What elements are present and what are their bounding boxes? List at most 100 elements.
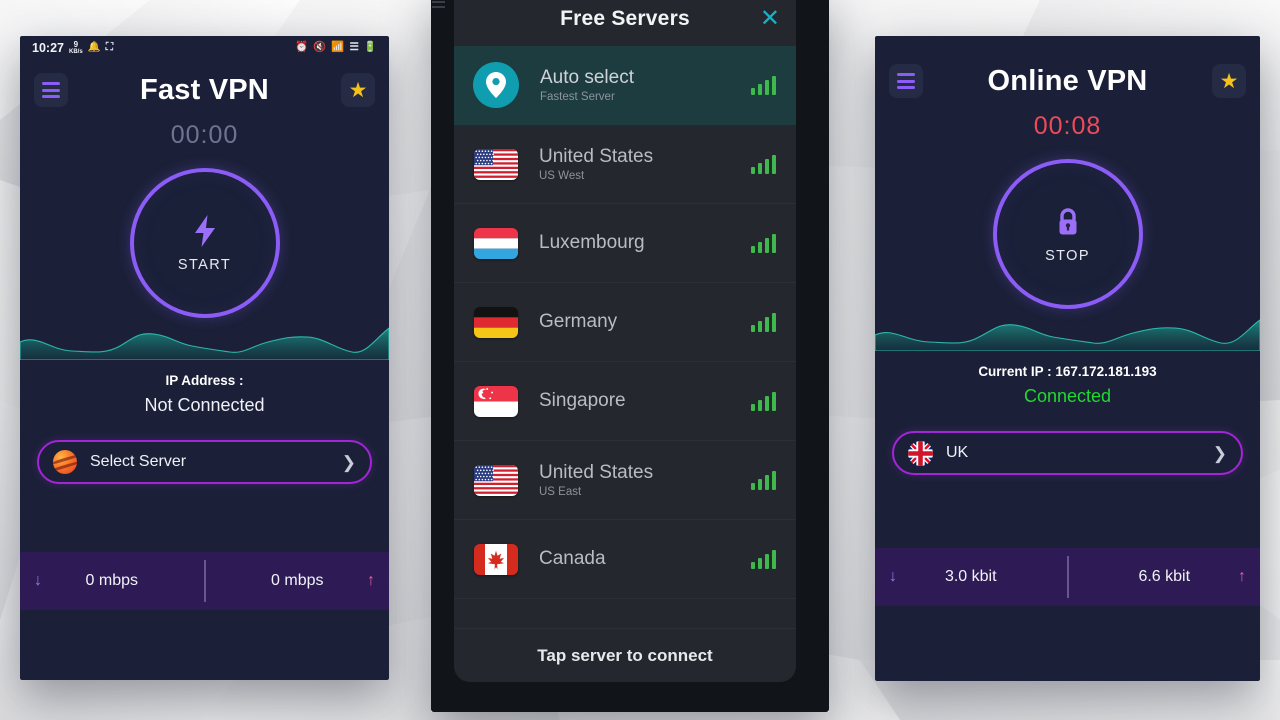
power-button-label: STOP xyxy=(1045,247,1090,264)
hamburger-menu-icon[interactable] xyxy=(34,73,68,107)
sheet-header: Free Servers ✕ xyxy=(454,0,796,46)
chevron-right-icon: ❯ xyxy=(1212,443,1227,463)
status-bar: 10:27 9 KB/s 🔔 ⛶ ⏰ 🔇 📶 ☰ 🔋 xyxy=(20,36,389,59)
server-text: Luxembourg xyxy=(539,232,645,254)
upload-speed-value: 6.6 kbit xyxy=(1138,568,1191,585)
edge-handle-icon xyxy=(431,0,445,12)
select-server-button[interactable]: Select Server ❯ xyxy=(37,440,372,484)
server-sublabel: US East xyxy=(539,486,582,498)
server-list-item[interactable]: Germany xyxy=(454,283,796,362)
wifi-icon: 📶 xyxy=(331,41,345,54)
arrow-up-icon: ↑ xyxy=(1238,568,1246,585)
status-time: 10:27 xyxy=(32,40,64,55)
server-sublabel: US West xyxy=(539,170,585,182)
select-server-label: Select Server xyxy=(90,453,187,470)
ip-info-block: Current IP : 167.172.181.193 Connected xyxy=(875,351,1260,407)
middle-phone-panel: Free Servers ✕ Auto select Fastest Server… xyxy=(431,0,829,712)
download-speed: ↓ 0 mbps xyxy=(20,552,204,610)
hamburger-menu-icon[interactable] xyxy=(889,64,923,98)
sheet-footer: Tap server to connect xyxy=(454,628,796,682)
server-list-item[interactable]: United States US East xyxy=(454,441,796,520)
us-flag-icon xyxy=(474,148,518,180)
us-flag-icon xyxy=(474,464,518,496)
arrow-up-icon: ↑ xyxy=(367,572,375,589)
server-list-item[interactable]: Singapore xyxy=(454,362,796,441)
ip-address-label: IP Address : xyxy=(165,373,244,388)
left-phone-panel: 10:27 9 KB/s 🔔 ⛶ ⏰ 🔇 📶 ☰ 🔋 Fast VPN ★ 00:… xyxy=(20,36,389,680)
traffic-wave-graphic xyxy=(875,319,1260,351)
signal-strength-icon xyxy=(750,75,776,95)
stop-button[interactable]: STOP xyxy=(992,159,1143,309)
upload-speed: 6.6 kbit ↑ xyxy=(1069,548,1261,606)
server-list-item[interactable]: United States US West xyxy=(454,125,796,204)
power-button-label: START xyxy=(177,256,232,273)
sg-flag-icon xyxy=(474,385,518,417)
chevron-right-icon: ❯ xyxy=(341,452,356,472)
server-name: United States xyxy=(539,146,654,167)
signal-bars-icon: ☰ xyxy=(349,41,359,54)
server-text: United States US East xyxy=(539,462,653,498)
server-list-item[interactable]: Auto select Fastest Server xyxy=(454,46,796,125)
upload-speed-value: 0 mbps xyxy=(271,572,324,589)
page-title: Online VPN xyxy=(987,64,1148,97)
server-list-item[interactable]: Luxembourg xyxy=(454,204,796,283)
connection-status: Connected xyxy=(1023,386,1112,406)
star-icon[interactable]: ★ xyxy=(341,73,375,107)
server-name: Germany xyxy=(539,311,618,332)
speed-bar: ↓ 0 mbps 0 mbps ↑ xyxy=(20,552,389,610)
download-speed-value: 3.0 kbit xyxy=(944,568,997,585)
globe-icon xyxy=(53,450,77,474)
star-icon[interactable]: ★ xyxy=(1212,64,1246,98)
data-rate-icon: 9 KB/s xyxy=(68,39,83,55)
lu-flag-icon xyxy=(474,227,518,259)
close-icon[interactable]: ✕ xyxy=(760,7,780,31)
alarm-clock-icon: ⏰ xyxy=(295,41,309,54)
upload-speed: 0 mbps ↑ xyxy=(206,552,390,610)
sheet-title: Free Servers xyxy=(560,7,690,30)
mute-icon: 🔇 xyxy=(313,41,327,54)
app-header: Fast VPN ★ xyxy=(20,59,389,121)
speed-bar: ↓ 3.0 kbit 6.6 kbit ↑ xyxy=(875,548,1260,606)
ca-flag-icon xyxy=(474,543,518,575)
download-speed-value: 0 mbps xyxy=(85,572,138,589)
start-button[interactable]: START xyxy=(129,168,280,318)
connection-status: Not Connected xyxy=(144,395,265,415)
battery-icon: 🔋 xyxy=(363,41,377,54)
page-title: Fast VPN xyxy=(140,73,269,106)
arrow-down-icon: ↓ xyxy=(889,568,897,585)
notification-bell-icon: 🔔 xyxy=(87,41,101,54)
signal-strength-icon xyxy=(750,233,776,253)
signal-strength-icon xyxy=(750,470,776,490)
selected-server-button[interactable]: UK ❯ xyxy=(892,431,1243,475)
lightning-bolt-icon xyxy=(192,214,218,253)
sheet-footer-label: Tap server to connect xyxy=(537,645,713,665)
location-pin-icon xyxy=(473,62,519,108)
free-servers-sheet: Free Servers ✕ Auto select Fastest Server… xyxy=(454,0,796,682)
session-timer: 00:00 xyxy=(170,121,239,149)
signal-strength-icon xyxy=(750,391,776,411)
right-phone-panel: Online VPN ★ 00:08 STOP Current IP : 167… xyxy=(875,36,1260,681)
server-name: Singapore xyxy=(539,390,626,411)
session-timer: 00:08 xyxy=(1033,112,1102,140)
server-text: United States US West xyxy=(539,146,653,182)
signal-strength-icon xyxy=(750,154,776,174)
de-flag-icon xyxy=(474,306,518,338)
traffic-wave-graphic xyxy=(20,327,389,360)
app-header-right: Online VPN ★ xyxy=(875,50,1260,112)
server-list-item[interactable]: Canada xyxy=(454,520,796,599)
signal-strength-icon xyxy=(750,312,776,332)
uk-flag-icon xyxy=(908,440,933,466)
server-text: Singapore xyxy=(539,390,626,412)
lock-icon xyxy=(1053,205,1083,244)
server-text: Auto select Fastest Server xyxy=(540,67,634,103)
selected-server-label: UK xyxy=(946,444,969,461)
server-text: Germany xyxy=(539,311,617,333)
server-name: Luxembourg xyxy=(539,232,645,253)
download-speed: ↓ 3.0 kbit xyxy=(875,548,1067,606)
current-ip-label: Current IP : 167.172.181.193 xyxy=(978,364,1157,379)
server-name: Auto select xyxy=(540,67,634,88)
server-text: Canada xyxy=(539,548,606,570)
arrow-down-icon: ↓ xyxy=(34,572,42,589)
signal-strength-icon xyxy=(750,549,776,569)
server-list[interactable]: Auto select Fastest Server United States U… xyxy=(454,46,796,628)
